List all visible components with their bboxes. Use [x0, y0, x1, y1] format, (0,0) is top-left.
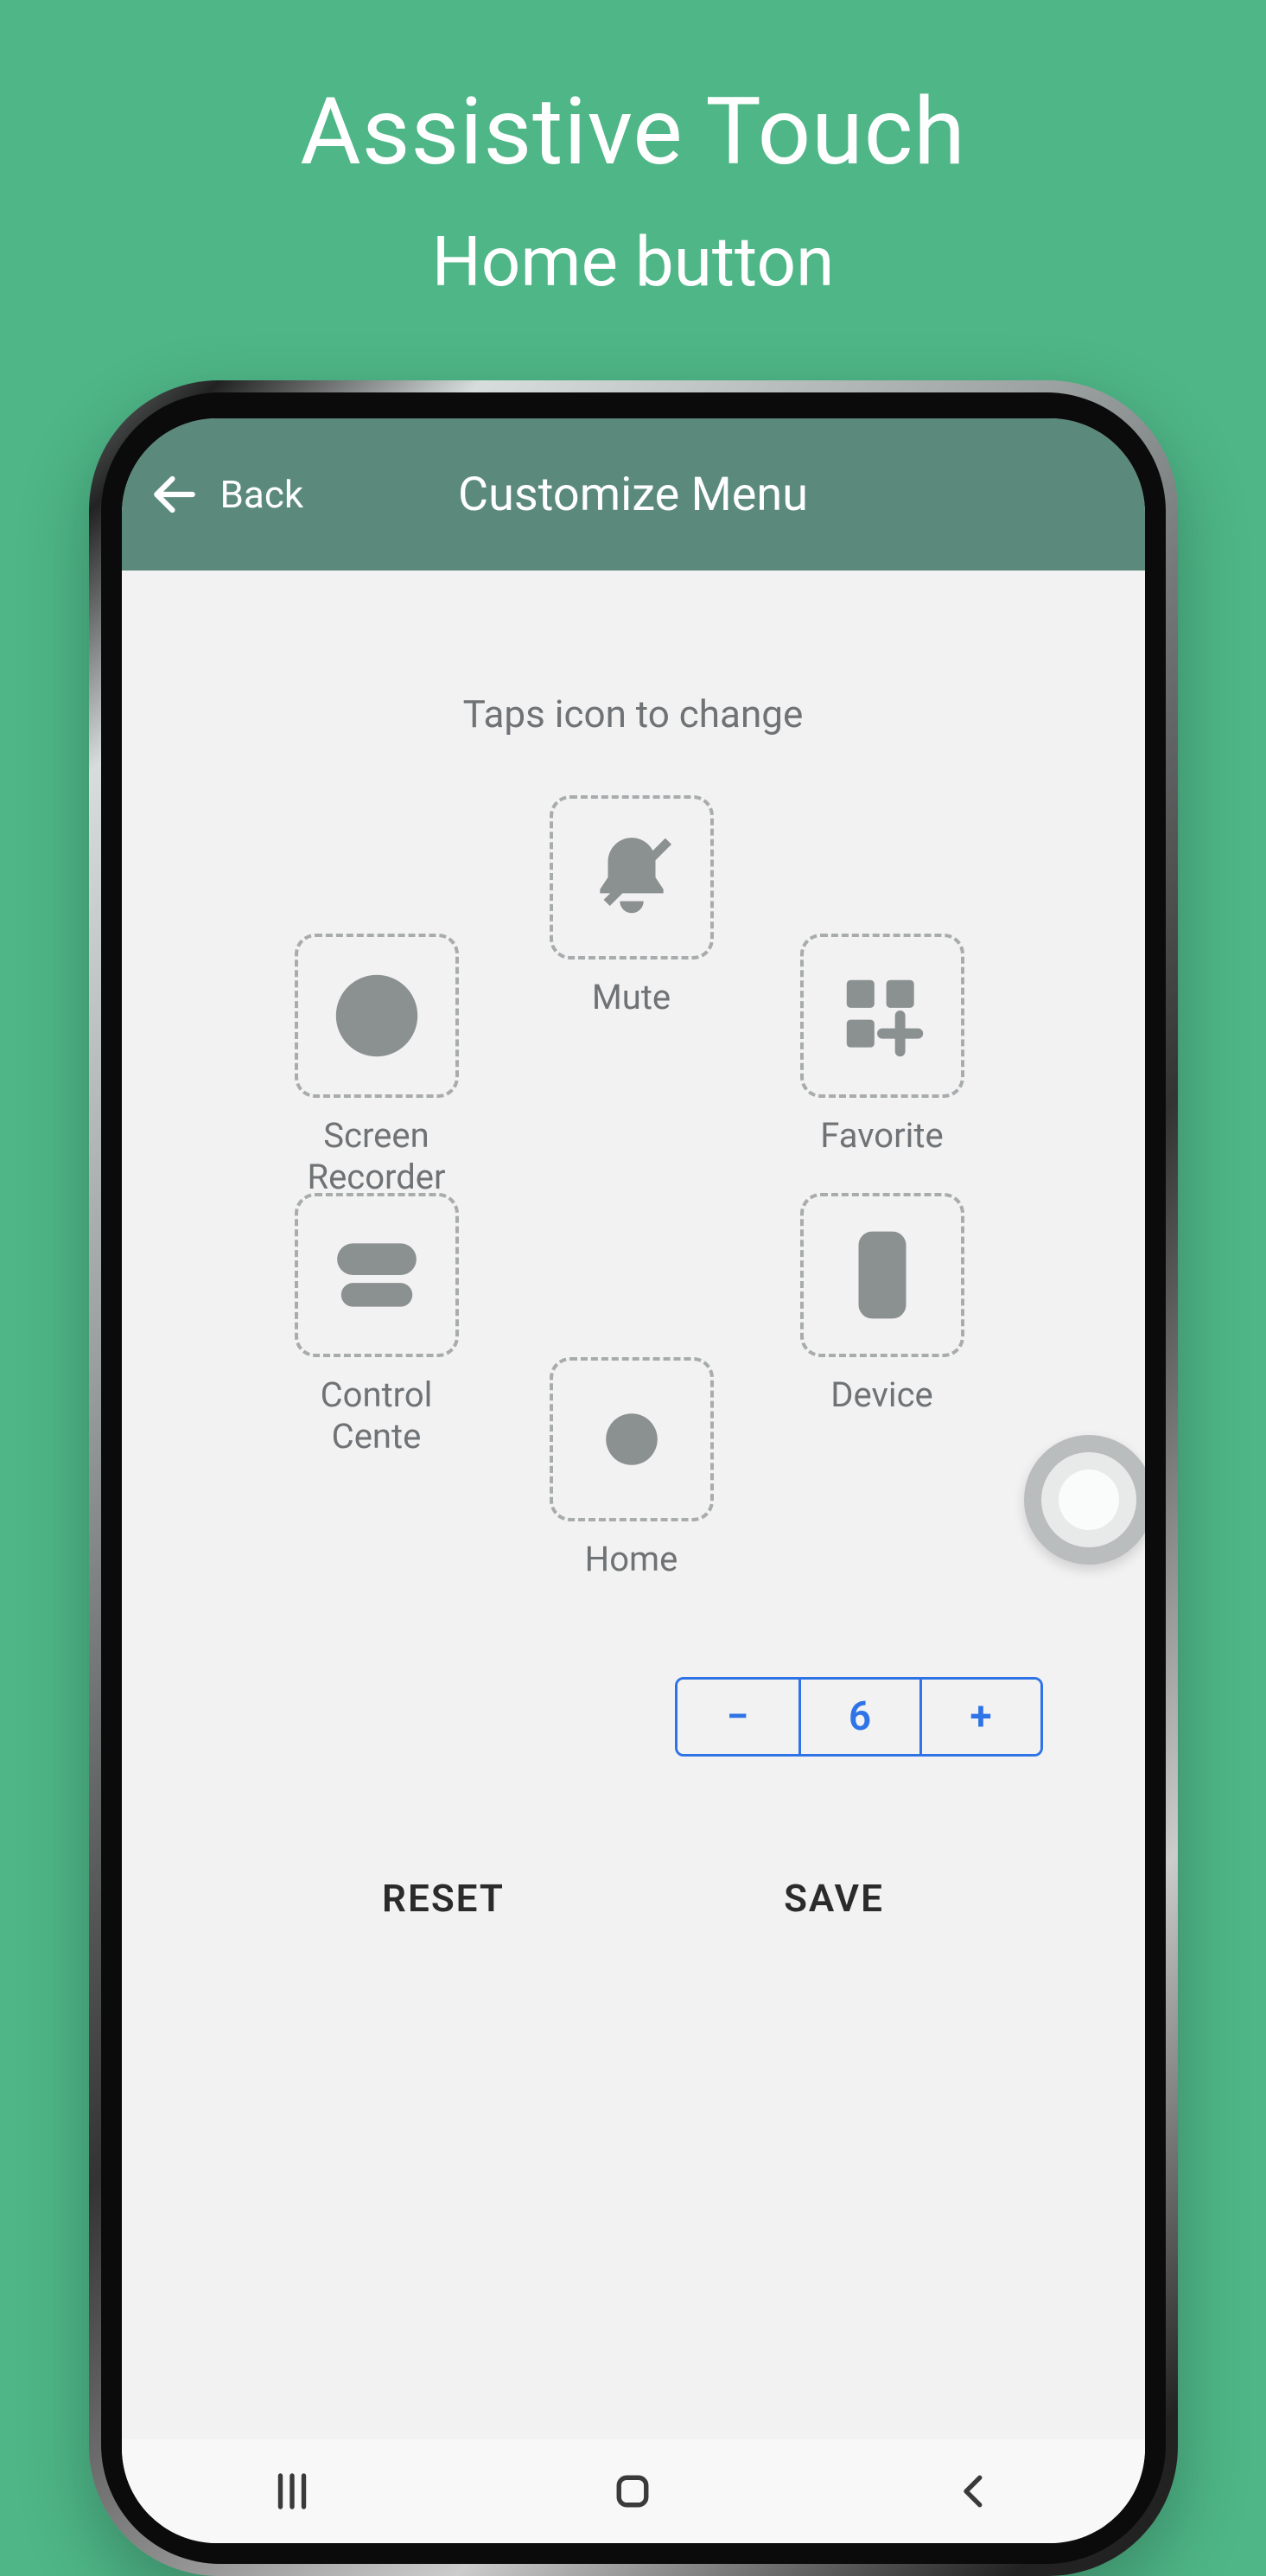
back-nav-icon[interactable]: [951, 2468, 997, 2515]
menu-slot-label: Mute: [545, 977, 718, 1018]
stepper-minus-button[interactable]: −: [678, 1680, 798, 1754]
menu-slot-label: Home: [545, 1539, 718, 1580]
menu-slot-label: Screen Recorder: [290, 1115, 463, 1198]
bell-off-icon: [584, 830, 679, 925]
arrow-left-icon: [148, 468, 201, 521]
home-dot-icon: [584, 1392, 679, 1487]
banner-subtitle: Home button: [0, 221, 1266, 303]
menu-slot-device[interactable]: Device: [796, 1193, 969, 1416]
content-area: Taps icon to change Mute: [122, 571, 1145, 2439]
count-stepper: − 6 +: [675, 1677, 1043, 1757]
menu-slot-screen-recorder[interactable]: Screen Recorder: [290, 934, 463, 1198]
back-button[interactable]: Back: [148, 468, 304, 521]
screen-title: Customize Menu: [458, 468, 808, 522]
menu-slot-favorite[interactable]: Favorite: [796, 934, 969, 1157]
menu-slot-control-center[interactable]: Control Cente: [290, 1193, 463, 1457]
android-nav-bar: [122, 2439, 1145, 2543]
stepper-plus-button[interactable]: +: [919, 1680, 1040, 1754]
recents-icon[interactable]: [269, 2468, 315, 2515]
toggles-icon: [329, 1227, 424, 1323]
record-icon: [329, 968, 424, 1063]
save-button[interactable]: SAVE: [784, 1876, 884, 1921]
stepper-value: 6: [798, 1680, 919, 1754]
menu-slot-label: Favorite: [796, 1115, 969, 1157]
menu-slot-mute[interactable]: Mute: [545, 795, 718, 1018]
hint-text: Taps icon to change: [122, 692, 1145, 736]
menu-slot-label: Device: [796, 1374, 969, 1416]
phone-outline-icon: [835, 1227, 930, 1323]
app-header: Back Customize Menu: [122, 418, 1145, 571]
back-label: Back: [220, 472, 304, 517]
banner-title: Assistive Touch: [0, 78, 1266, 187]
menu-slot-label: Control Cente: [290, 1374, 463, 1457]
menu-slot-home[interactable]: Home: [545, 1357, 718, 1580]
assistive-touch-bubble[interactable]: [1024, 1435, 1145, 1565]
apps-add-icon: [835, 968, 930, 1063]
reset-button[interactable]: RESET: [382, 1876, 505, 1921]
phone-screen: Back Customize Menu Taps icon to change …: [122, 418, 1145, 2543]
home-nav-icon[interactable]: [609, 2468, 656, 2515]
